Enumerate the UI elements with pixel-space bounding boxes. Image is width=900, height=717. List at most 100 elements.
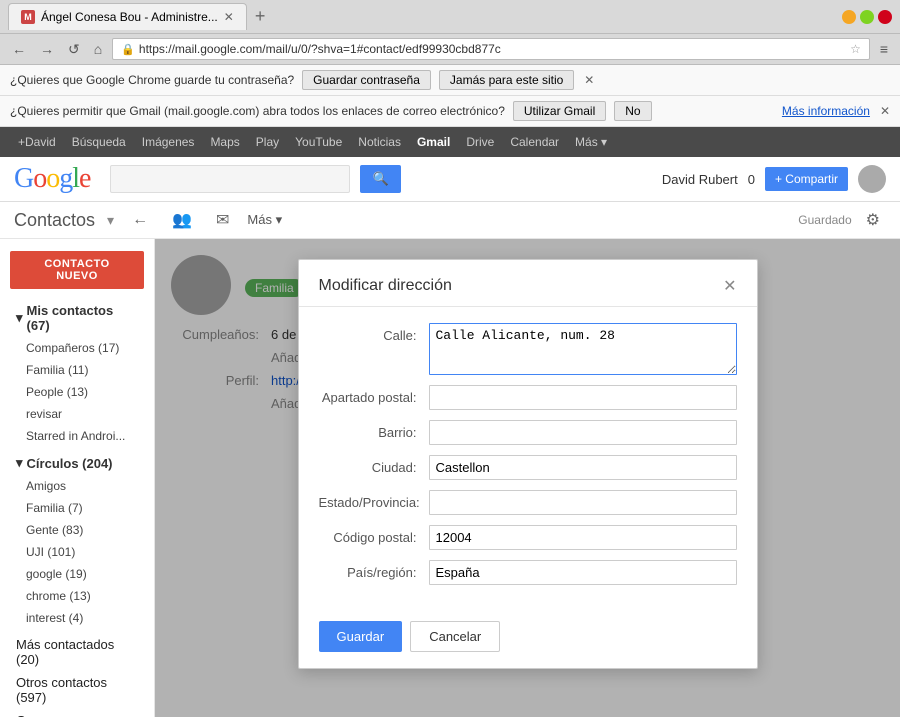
bookmark-icon[interactable]: ☆	[850, 42, 861, 56]
dialog-overlay: Modificar dirección ✕ Calle: Calle Alica…	[155, 239, 900, 717]
contacts-title: Contactos	[14, 210, 95, 231]
sidebar-item-circulos[interactable]: ▾ Círculos (204)	[0, 451, 154, 475]
dialog-body: Calle: Calle Alicante, num. 28 Apartado …	[299, 307, 757, 611]
dropdown-icon[interactable]: ▾	[107, 212, 114, 229]
tab-favicon: M	[21, 10, 35, 24]
no-button[interactable]: No	[614, 101, 651, 121]
share-button[interactable]: + Compartir	[765, 167, 848, 191]
estado-label: Estado/Provincia:	[319, 490, 429, 510]
save-button[interactable]: Guardar	[319, 621, 403, 652]
browser-titlebar: M Ángel Conesa Bou - Administre... ✕ +	[0, 0, 900, 34]
modify-address-dialog: Modificar dirección ✕ Calle: Calle Alica…	[298, 259, 758, 669]
contacts-toolbar: Contactos ▾ ← 👥 ✉ Más ▾ Guardado ⚙	[0, 202, 900, 239]
barrio-input[interactable]	[429, 420, 737, 445]
password-infobar: ¿Quieres que Google Chrome guarde tu con…	[0, 65, 900, 96]
navbar-item-play[interactable]: Play	[248, 131, 287, 153]
new-tab-button[interactable]: +	[247, 6, 274, 27]
close-button[interactable]	[878, 10, 892, 24]
address-bar: ← → ↺ ⌂ 🔒 https://mail.google.com/mail/u…	[0, 34, 900, 65]
sidebar-item-companeros[interactable]: Compañeros (17)	[0, 337, 154, 359]
sidebar-item-gente[interactable]: Gente (83)	[0, 519, 154, 541]
dialog-header: Modificar dirección ✕	[299, 260, 757, 307]
sidebar-item-starred[interactable]: Starred in Androi...	[0, 425, 154, 447]
dialog-title: Modificar dirección	[319, 277, 452, 295]
save-password-button[interactable]: Guardar contraseña	[302, 70, 431, 90]
navbar-item-maps[interactable]: Maps	[202, 131, 247, 153]
avatar	[858, 165, 886, 193]
settings-icon[interactable]: ≡	[876, 39, 892, 59]
sidebar-item-uji[interactable]: UJI (101)	[0, 541, 154, 563]
sidebar-item-grupo-nuevo[interactable]: Grupo nuevo...	[0, 709, 154, 717]
sidebar-item-familia2[interactable]: Familia (7)	[0, 497, 154, 519]
codigo-input[interactable]	[429, 525, 737, 550]
apartado-row: Apartado postal:	[319, 385, 737, 410]
search-button[interactable]: 🔍	[360, 165, 400, 193]
sidebar-item-familia[interactable]: Familia (11)	[0, 359, 154, 381]
navbar-item-mas[interactable]: Más ▾	[567, 131, 615, 153]
forward-button[interactable]: →	[36, 39, 58, 59]
ciudad-label: Ciudad:	[319, 455, 429, 475]
sidebar-item-chrome[interactable]: chrome (13)	[0, 585, 154, 607]
group-icon-button[interactable]: 👥	[166, 208, 198, 232]
dialog-footer: Guardar Cancelar	[299, 611, 757, 668]
navbar-item-imagenes[interactable]: Imágenes	[134, 131, 203, 153]
pais-input[interactable]	[429, 560, 737, 585]
reload-button[interactable]: ↺	[64, 39, 84, 60]
close-infobar1-icon[interactable]: ✕	[584, 73, 594, 87]
user-name: David Rubert	[662, 172, 738, 187]
navbar-item-calendar[interactable]: Calendar	[502, 131, 567, 153]
barrio-label: Barrio:	[319, 420, 429, 440]
url-text: https://mail.google.com/mail/u/0/?shva=1…	[139, 42, 846, 56]
calle-row: Calle: Calle Alicante, num. 28	[319, 323, 737, 375]
address-box[interactable]: 🔒 https://mail.google.com/mail/u/0/?shva…	[112, 38, 870, 60]
google-navbar: +David Búsqueda Imágenes Maps Play YouTu…	[0, 127, 900, 157]
sidebar-item-google[interactable]: google (19)	[0, 563, 154, 585]
email-icon-button[interactable]: ✉	[210, 208, 235, 232]
search-input[interactable]	[110, 165, 350, 193]
sidebar-item-mas-contactados[interactable]: Más contactados (20)	[0, 633, 154, 671]
navbar-item-david[interactable]: +David	[10, 131, 64, 153]
ciudad-input[interactable]	[429, 455, 737, 480]
sidebar: CONTACTO NUEVO ▾ Mis contactos (67) Comp…	[0, 239, 155, 717]
sidebar-item-mis-contactos[interactable]: ▾ Mis contactos (67)	[0, 299, 154, 337]
sidebar-item-interest[interactable]: interest (4)	[0, 607, 154, 629]
tab-close-button[interactable]: ✕	[224, 10, 234, 24]
more-info-link[interactable]: Más información	[782, 104, 870, 118]
browser-tab[interactable]: M Ángel Conesa Bou - Administre... ✕	[8, 3, 247, 30]
back-contacts-button[interactable]: ←	[126, 209, 154, 231]
window-controls	[842, 10, 892, 24]
codigo-label: Código postal:	[319, 525, 429, 545]
estado-row: Estado/Provincia:	[319, 490, 737, 515]
navbar-item-youtube[interactable]: YouTube	[287, 131, 350, 153]
estado-input[interactable]	[429, 490, 737, 515]
settings-gear-icon[interactable]: ⚙	[860, 208, 886, 232]
minimize-button[interactable]	[842, 10, 856, 24]
content-area: Familia Cumpleaños: 6 de febrero de 1972…	[155, 239, 900, 717]
google-logo: Google	[14, 163, 90, 195]
navbar-item-gmail[interactable]: Gmail	[409, 131, 458, 153]
cancel-button[interactable]: Cancelar	[410, 621, 500, 652]
calle-label: Calle:	[319, 323, 429, 343]
new-contact-button[interactable]: CONTACTO NUEVO	[10, 251, 144, 289]
sidebar-item-otros[interactable]: Otros contactos (597)	[0, 671, 154, 709]
back-button[interactable]: ←	[8, 39, 30, 59]
navbar-item-noticias[interactable]: Noticias	[350, 131, 409, 153]
dialog-close-button[interactable]: ✕	[723, 276, 736, 296]
close-infobar2-icon[interactable]: ✕	[880, 104, 890, 118]
main-layout: CONTACTO NUEVO ▾ Mis contactos (67) Comp…	[0, 239, 900, 717]
apartado-input[interactable]	[429, 385, 737, 410]
navbar-item-drive[interactable]: Drive	[458, 131, 502, 153]
maximize-button[interactable]	[860, 10, 874, 24]
ciudad-row: Ciudad:	[319, 455, 737, 480]
sidebar-item-revisar[interactable]: revisar	[0, 403, 154, 425]
sidebar-item-people[interactable]: People (13)	[0, 381, 154, 403]
sidebar-item-amigos[interactable]: Amigos	[0, 475, 154, 497]
never-save-button[interactable]: Jamás para este sitio	[439, 70, 574, 90]
navbar-item-busqueda[interactable]: Búsqueda	[64, 131, 134, 153]
use-gmail-button[interactable]: Utilizar Gmail	[513, 101, 606, 121]
calle-input[interactable]: Calle Alicante, num. 28	[429, 323, 737, 375]
pais-row: País/región:	[319, 560, 737, 585]
triangle-circulos-icon: ▾	[16, 455, 23, 471]
more-button[interactable]: Más ▾	[247, 212, 282, 228]
home-button[interactable]: ⌂	[90, 39, 106, 59]
